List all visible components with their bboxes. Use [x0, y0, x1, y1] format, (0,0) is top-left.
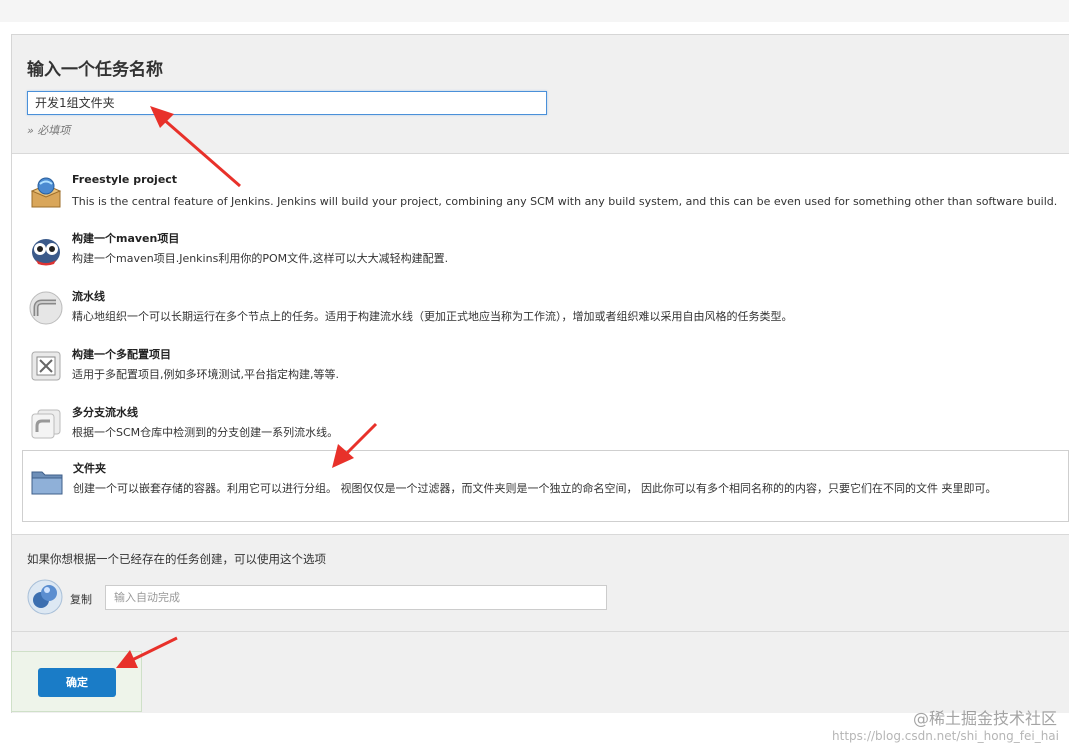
job-type-name: 多分支流水线 [72, 406, 138, 419]
ok-button-area: 确定 [11, 651, 142, 712]
job-type-description: This is the central feature of Jenkins. … [72, 195, 1058, 208]
job-type-name: 构建一个maven项目 [72, 232, 180, 245]
copy-hint: 如果你想根据一个已经存在的任务创建，可以使用这个选项 [27, 552, 326, 566]
multi-config-icon [31, 351, 61, 381]
job-type-multi-config[interactable]: 构建一个多配置项目 适用于多配置项目,例如多环境测试,平台指定构建,等等. [22, 340, 1069, 392]
multibranch-pipeline-icon [31, 409, 61, 439]
job-type-description: 精心地组织一个可以长期运行在多个节点上的任务。适用于构建流水线（更加正式地应当称… [72, 310, 793, 323]
job-type-freestyle[interactable]: Freestyle project This is the central fe… [22, 167, 1069, 219]
copy-from-section: 如果你想根据一个已经存在的任务创建，可以使用这个选项 复制 输入自动完成 [12, 535, 1069, 632]
required-hint: » 必填项 [27, 124, 71, 137]
job-type-description: 适用于多配置项目,例如多环境测试,平台指定构建,等等. [72, 368, 339, 381]
maven-owl-icon [32, 239, 60, 266]
job-type-multibranch-pipeline[interactable]: 多分支流水线 根据一个SCM仓库中检测到的分支创建一系列流水线。 [22, 398, 1069, 450]
new-item-panel: 输入一个任务名称 开发1组文件夹 » 必填项 Freestyle project… [11, 34, 1069, 713]
job-type-folder[interactable]: 文件夹 创建一个可以嵌套存储的容器。利用它可以进行分组。 视图仅仅是一个过滤器，… [22, 450, 1069, 522]
page-title: 输入一个任务名称 [27, 60, 163, 80]
pipeline-icon [29, 291, 63, 325]
job-type-name: 文件夹 [73, 462, 106, 475]
watermark-site: @稀土掘金技术社区 [912, 709, 1057, 728]
job-type-pipeline[interactable]: 流水线 精心地组织一个可以长期运行在多个节点上的任务。适用于构建流水线（更加正式… [22, 282, 1069, 334]
job-type-description: 根据一个SCM仓库中检测到的分支创建一系列流水线。 [72, 426, 339, 439]
ok-button[interactable]: 确定 [38, 668, 116, 697]
job-type-description: 创建一个可以嵌套存储的容器。利用它可以进行分组。 视图仅仅是一个过滤器，而文件夹… [73, 482, 997, 495]
folder-icon [31, 471, 63, 495]
item-name-section: 输入一个任务名称 开发1组文件夹 » 必填项 [12, 35, 1069, 154]
job-type-name: 流水线 [72, 290, 105, 303]
freestyle-box-icon [30, 177, 62, 208]
job-type-description: 构建一个maven项目.Jenkins利用你的POM文件,这样可以大大减轻构建配… [72, 252, 449, 265]
item-name-input[interactable]: 开发1组文件夹 [27, 91, 547, 115]
top-strip [0, 0, 1069, 22]
copy-from-input[interactable]: 输入自动完成 [105, 585, 607, 610]
copy-icon [27, 579, 63, 615]
job-type-name: 构建一个多配置项目 [72, 348, 171, 361]
job-type-list: Freestyle project This is the central fe… [12, 154, 1069, 535]
job-type-name: Freestyle project [72, 173, 178, 186]
copy-label: 复制 [70, 593, 92, 606]
job-type-maven[interactable]: 构建一个maven项目 构建一个maven项目.Jenkins利用你的POM文件… [22, 224, 1069, 276]
watermark-url: https://blog.csdn.net/shi_hong_fei_hai [832, 729, 1059, 743]
